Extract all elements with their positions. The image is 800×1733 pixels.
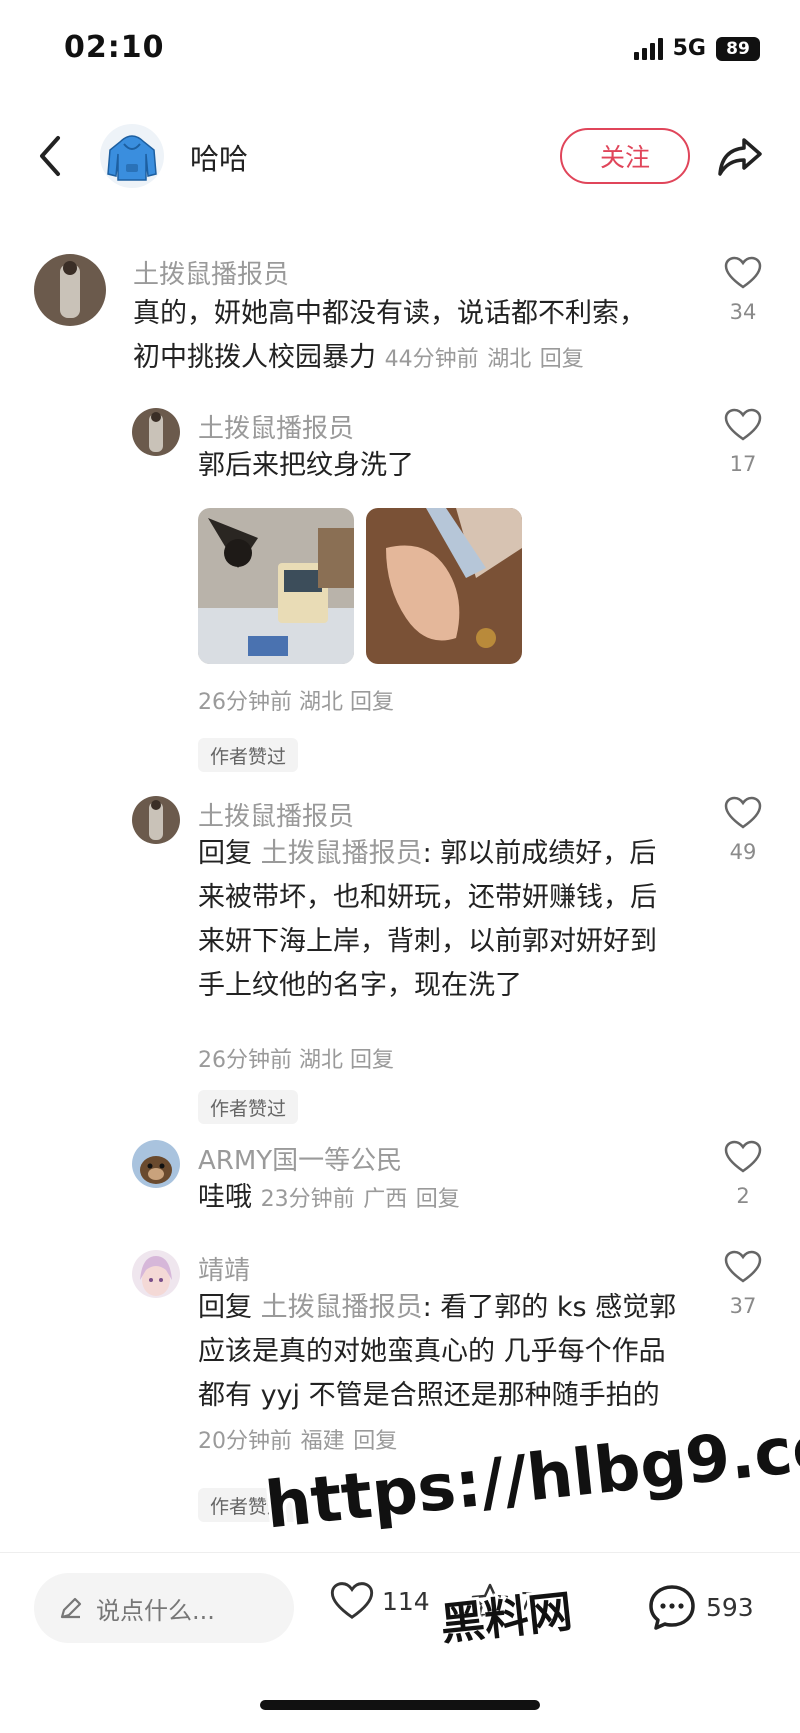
comment-username[interactable]: ARMY国一等公民 — [198, 1140, 402, 1177]
follow-button[interactable]: 关注 — [560, 128, 690, 184]
comment-meta: 26分钟前 湖北 回复 — [198, 1042, 394, 1074]
avatar-photo — [132, 1140, 180, 1188]
comment-input[interactable]: 说点什么... — [34, 1573, 294, 1643]
heart-icon — [724, 796, 762, 829]
comment-item: 土拨鼠播报员 真的，妍她高中都没有读，说话都不利索，初中挑拨人校园暴力 44分钟… — [0, 240, 800, 380]
comment-image-2[interactable] — [366, 508, 522, 664]
like-button[interactable]: 37 — [720, 1250, 766, 1318]
like-count: 2 — [736, 1184, 750, 1208]
bottom-action-bar: 说点什么... 114 70 593 — [0, 1552, 800, 1662]
comment-item: 土拨鼠播报员 郭后来把纹身洗了 26分钟前 湖北 回复 作者赞过 17 — [0, 408, 800, 772]
share-icon — [718, 138, 762, 176]
share-button[interactable] — [716, 134, 764, 180]
battery-icon: 89 — [716, 36, 760, 61]
comment-body: 哇哦 — [198, 1182, 252, 1213]
heart-icon — [330, 1582, 374, 1619]
comment-location: 福建 — [300, 1429, 345, 1454]
like-button[interactable]: 17 — [720, 408, 766, 476]
comment-text[interactable]: 真的，妍她高中都没有读，说话都不利索，初中挑拨人校园暴力 44分钟前 湖北 回复 — [133, 292, 653, 382]
like-count: 17 — [729, 452, 757, 476]
watermark-label: 黑料网 — [438, 1586, 575, 1651]
avatar[interactable] — [34, 254, 106, 326]
like-count: 49 — [729, 840, 757, 864]
network-label: 5G — [672, 36, 706, 61]
avatar-photo — [132, 796, 180, 844]
comment-time: 26分钟前 — [198, 1048, 292, 1073]
comment-text[interactable]: 哇哦 23分钟前 广西 回复 — [198, 1176, 718, 1222]
like-button[interactable]: 49 — [720, 796, 766, 864]
pencil-icon — [60, 1597, 82, 1619]
chevron-left-icon — [40, 136, 60, 176]
comment-username[interactable]: 靖靖 — [198, 1250, 250, 1287]
comment-text[interactable]: 回复 土拨鼠播报员: 郭以前成绩好，后来被带坏，也和妍玩，还带妍赚钱，后来妍下海… — [198, 832, 668, 1008]
heart-icon — [724, 408, 762, 441]
home-indicator[interactable] — [260, 1700, 540, 1710]
heart-icon — [724, 1140, 762, 1173]
comment-time: 44分钟前 — [384, 347, 479, 372]
comment-image-1[interactable] — [198, 508, 354, 664]
reply-target[interactable]: 土拨鼠播报员 — [261, 1292, 423, 1323]
avatar[interactable] — [132, 1140, 180, 1188]
author-name[interactable]: 哈哈 — [190, 136, 248, 178]
signal-icon — [633, 37, 663, 60]
comment-location: 湖北 — [299, 1048, 344, 1073]
like-stat-button[interactable]: 114 — [330, 1581, 430, 1621]
heart-icon — [724, 256, 762, 289]
comment-stat-button[interactable]: 593 — [646, 1581, 754, 1633]
status-time: 02:10 — [64, 30, 165, 65]
hoodie-icon — [107, 135, 157, 181]
post-header: 哈哈 关注 — [0, 110, 800, 200]
like-button[interactable]: 34 — [720, 256, 766, 324]
avatar-photo — [34, 254, 106, 326]
heart-icon — [724, 1250, 762, 1283]
like-button[interactable]: 2 — [720, 1140, 766, 1208]
comment-username[interactable]: 土拨鼠播报员 — [133, 254, 289, 291]
comment-total: 593 — [706, 1592, 754, 1622]
avatar[interactable] — [132, 408, 180, 456]
reply-link[interactable]: 回复 — [416, 1187, 460, 1212]
photo-device — [198, 508, 354, 664]
comment-list: 土拨鼠播报员 真的，妍她高中都没有读，说话都不利索，初中挑拨人校园暴力 44分钟… — [0, 240, 800, 1540]
like-count: 37 — [729, 1294, 757, 1318]
avatar[interactable] — [132, 1250, 180, 1298]
photo-hand — [366, 508, 522, 664]
comment-meta: 26分钟前 湖北 回复 — [198, 684, 394, 716]
reply-target[interactable]: 土拨鼠播报员 — [261, 838, 423, 869]
reply-prefix: 回复 — [198, 1292, 252, 1323]
comment-time: 20分钟前 — [198, 1429, 292, 1454]
comment-username[interactable]: 土拨鼠播报员 — [198, 408, 354, 445]
back-button[interactable] — [30, 132, 74, 180]
like-total: 114 — [382, 1586, 430, 1616]
comment-time: 26分钟前 — [198, 690, 292, 715]
reply-link[interactable]: 回复 — [350, 690, 394, 715]
comment-input-placeholder: 说点什么... — [96, 1596, 215, 1625]
comment-text[interactable]: 郭后来把纹身洗了 — [198, 444, 718, 488]
battery-level: 89 — [726, 38, 750, 59]
reply-link[interactable]: 回复 — [540, 347, 584, 372]
comment-item: 土拨鼠播报员 回复 土拨鼠播报员: 郭以前成绩好，后来被带坏，也和妍玩，还带妍赚… — [0, 796, 800, 1126]
comment-item: ARMY国一等公民 哇哦 23分钟前 广西 回复 2 — [0, 1140, 800, 1240]
avatar-photo — [132, 408, 180, 456]
reply-prefix: 回复 — [198, 838, 252, 869]
author-liked-badge: 作者赞过 — [198, 738, 299, 772]
like-count: 34 — [729, 300, 757, 324]
comment-location: 湖北 — [299, 690, 344, 715]
status-indicators: 5G 89 — [633, 36, 760, 61]
avatar-photo — [132, 1250, 180, 1298]
comment-location: 广西 — [363, 1187, 408, 1212]
comment-username[interactable]: 土拨鼠播报员 — [198, 796, 354, 833]
status-bar: 02:10 5G 89 — [0, 0, 800, 100]
comment-location: 湖北 — [487, 347, 532, 372]
reply-link[interactable]: 回复 — [350, 1048, 394, 1073]
author-avatar[interactable] — [100, 124, 164, 188]
reply-link[interactable]: 回复 — [353, 1429, 397, 1454]
comment-time: 23分钟前 — [260, 1187, 355, 1212]
author-liked-badge: 作者赞过 — [198, 1090, 299, 1124]
comment-body: 郭后来把纹身洗了 — [198, 450, 414, 481]
comment-bubble-icon — [649, 1585, 695, 1630]
avatar[interactable] — [132, 796, 180, 844]
